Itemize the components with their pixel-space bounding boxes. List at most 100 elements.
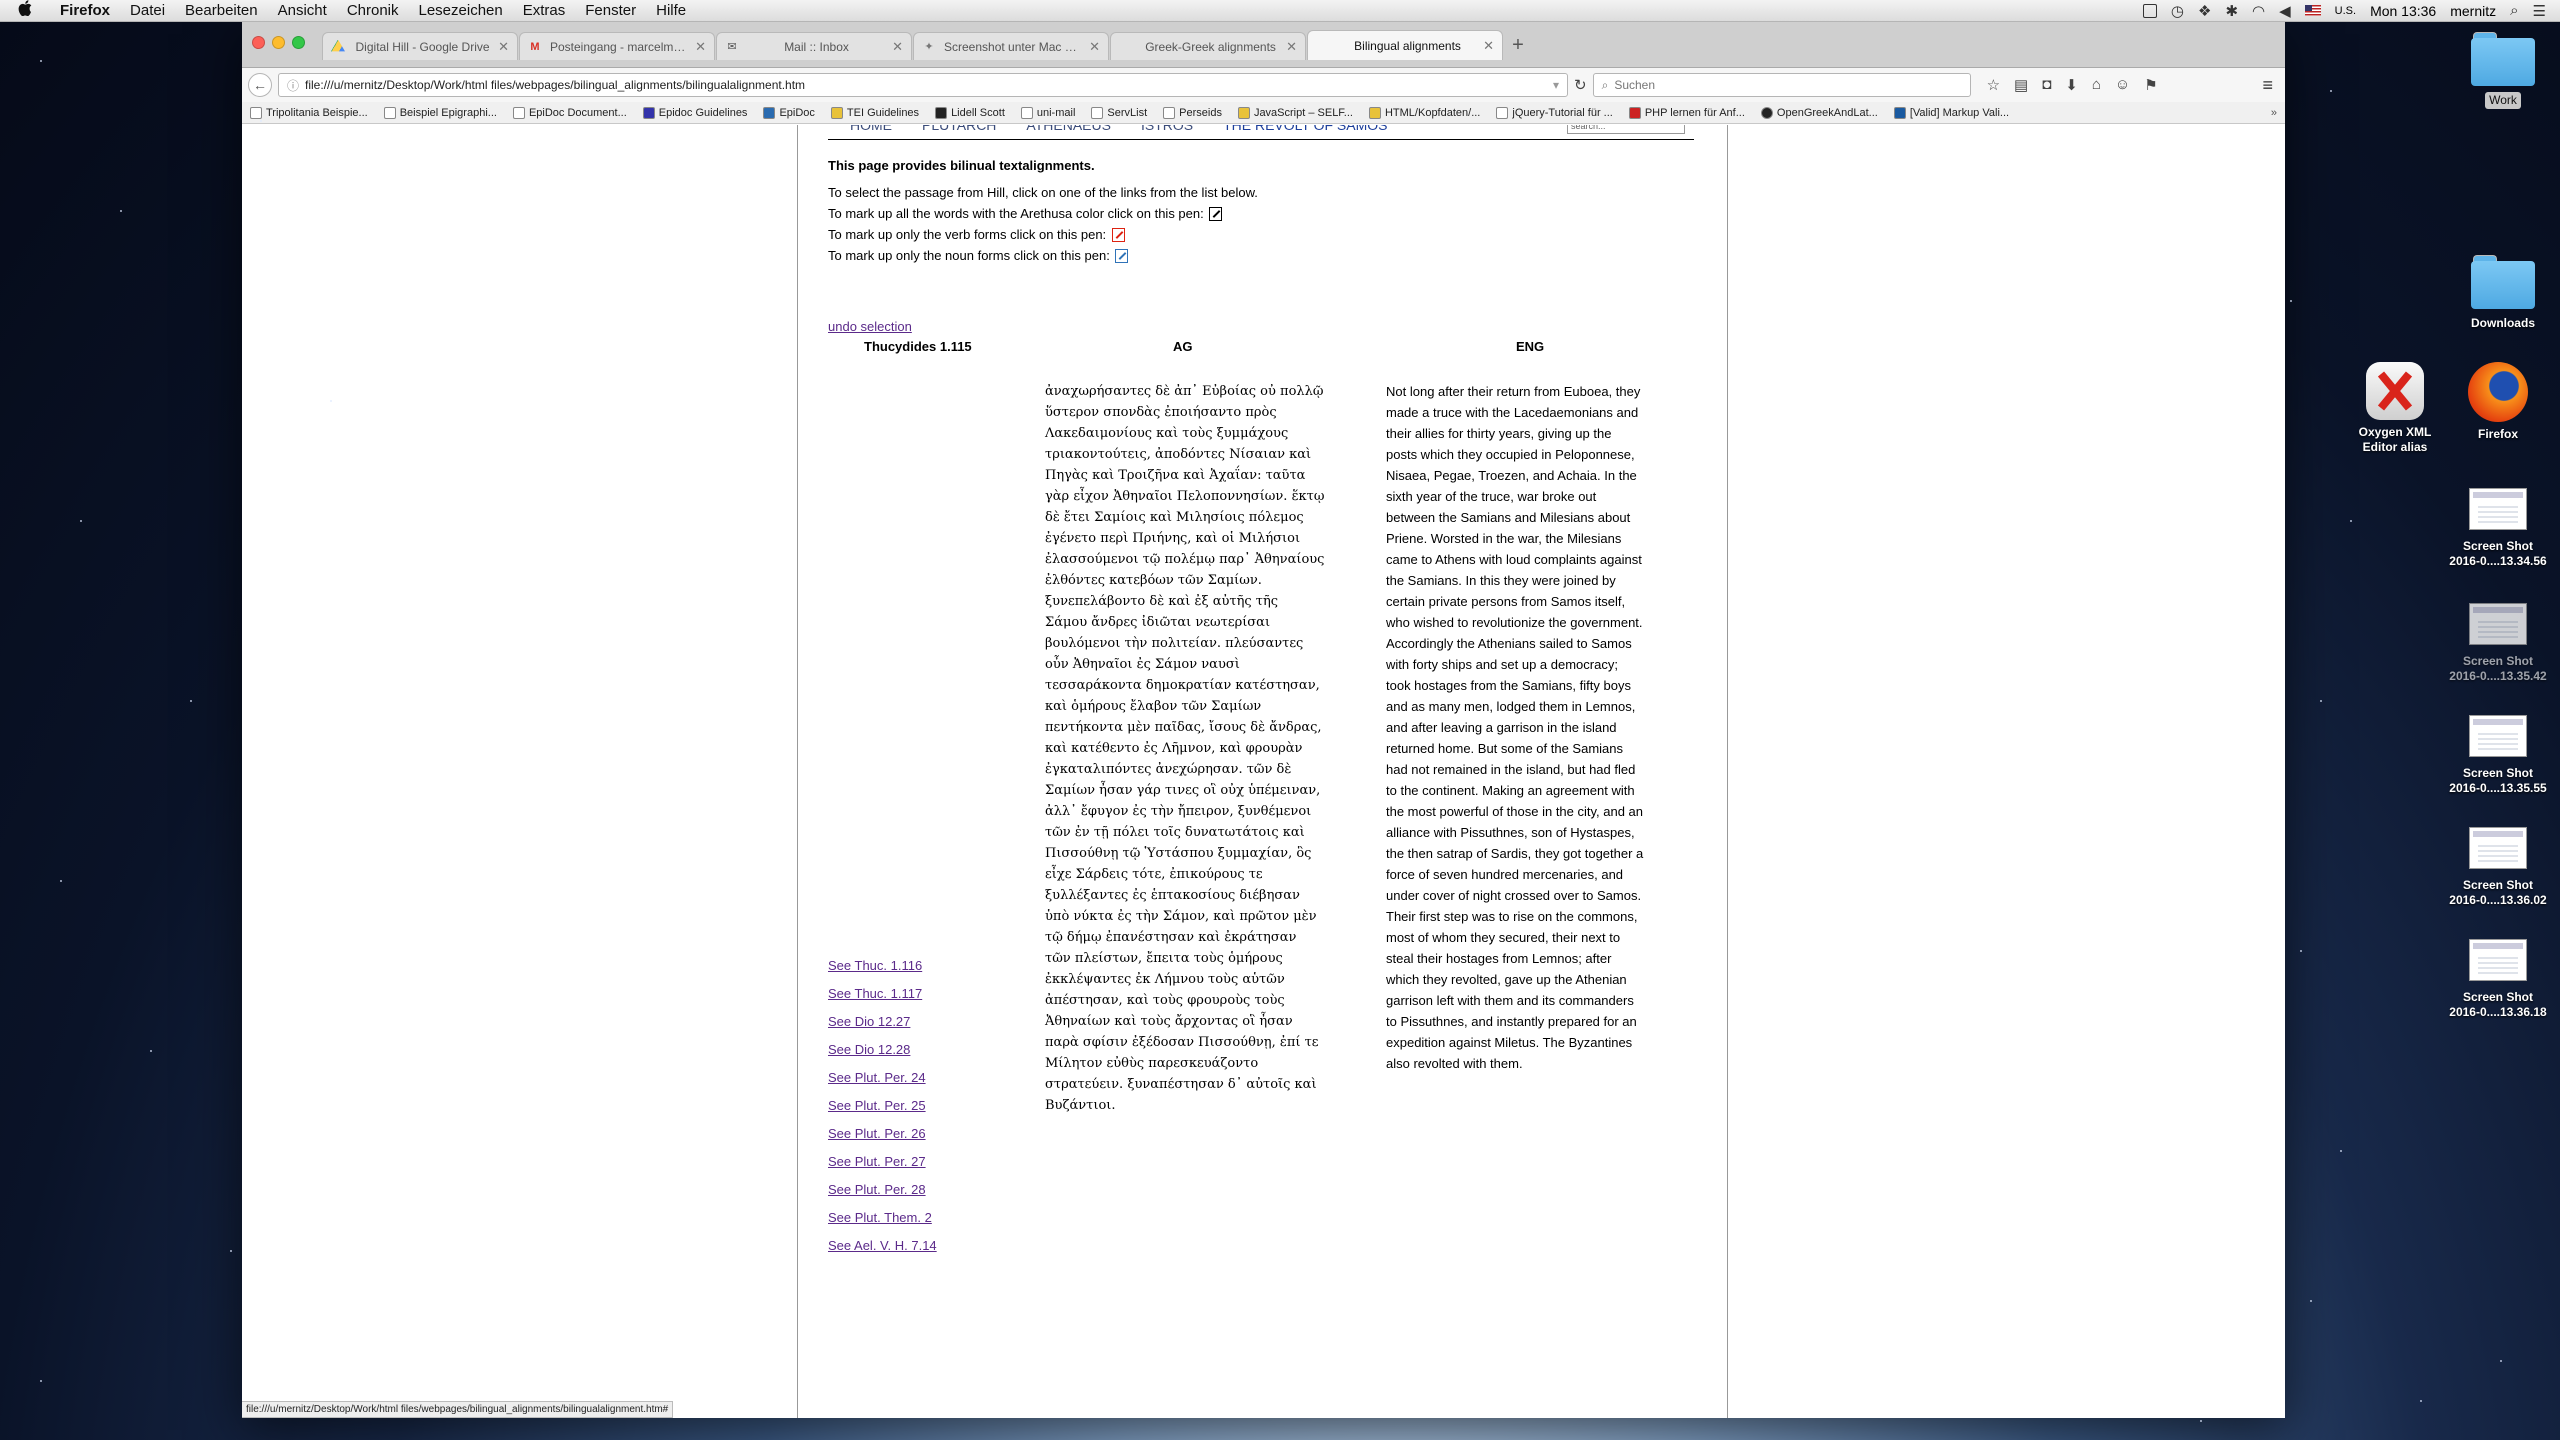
close-tab-icon[interactable]: ✕ xyxy=(1286,39,1297,55)
close-tab-icon[interactable]: ✕ xyxy=(892,39,903,55)
bookmark-item[interactable]: [Valid] Markup Vali... xyxy=(1893,106,2009,119)
bookmark-item[interactable]: OpenGreekAndLat... xyxy=(1760,106,1878,119)
extension-icon[interactable]: ⚑ xyxy=(2144,76,2157,94)
greek-text-line[interactable]: Σαμίων ἦσαν γάρ τινες οἳ οὐχ ὑπέμειναν, xyxy=(1045,780,1325,801)
search-bar[interactable]: ⌕ Suchen xyxy=(1592,73,1971,97)
tab-bilingual-alignments[interactable]: Bilingual alignments ✕ xyxy=(1307,30,1503,60)
english-text-line[interactable]: Priene. Worsted in the war, the Milesian… xyxy=(1386,528,1666,549)
greek-text-line[interactable]: Σάμου ἄνδρες ἰδιῶται νεωτερίσαι xyxy=(1045,612,1325,633)
menu-bearbeiten[interactable]: Bearbeiten xyxy=(175,2,268,19)
english-text-block[interactable]: Not long after their return from Euboea,… xyxy=(1386,381,1666,1074)
greek-text-line[interactable]: Βυζάντιοι. xyxy=(1045,1095,1325,1116)
bookmark-item[interactable]: EpiDoc Document... xyxy=(512,106,627,119)
greek-text-line[interactable]: ἐγκαταλιπόντες ἀνεχώρησαν. τῶν δὲ xyxy=(1045,759,1325,780)
greek-text-line[interactable]: ὕστερον σπονδὰς ἐποιήσαντο πρὸς xyxy=(1045,402,1325,423)
menu-firefox[interactable]: Firefox xyxy=(50,2,120,19)
reading-list-icon[interactable]: ▤ xyxy=(2014,76,2028,94)
english-text-line[interactable]: had not remained in the island, but had … xyxy=(1386,759,1666,780)
menu-ansicht[interactable]: Ansicht xyxy=(268,2,337,19)
clock[interactable]: Mon 13:36 xyxy=(2370,3,2436,19)
close-tab-icon[interactable]: ✕ xyxy=(1483,38,1494,54)
home-icon[interactable]: ⌂ xyxy=(2092,76,2101,94)
english-text-line[interactable]: their allies for thirty years, giving up… xyxy=(1386,423,1666,444)
bookmarks-overflow-icon[interactable]: » xyxy=(2271,107,2277,119)
english-text-line[interactable]: force of seven hundred mercenaries, and xyxy=(1386,864,1666,885)
english-text-line[interactable]: steal their hostages from Lemnos; after xyxy=(1386,948,1666,969)
window-status-icon[interactable] xyxy=(2142,3,2157,18)
close-window-button[interactable] xyxy=(252,36,265,49)
apple-menu-icon[interactable] xyxy=(0,0,50,21)
url-bar[interactable]: ⓘ file:///u/mernitz/Desktop/Work/html fi… xyxy=(278,73,1568,97)
pen-nouns-icon[interactable] xyxy=(1115,249,1129,263)
greek-text-line[interactable]: ἀναχωρήσαντες δὲ ἀπ᾽ Εὐβοίας οὐ πολλῷ xyxy=(1045,381,1325,402)
english-text-line[interactable]: under cover of night crossed over to Sam… xyxy=(1386,885,1666,906)
bookmark-item[interactable]: Beispiel Epigraphi... xyxy=(383,106,497,119)
wifi-icon[interactable]: ◠ xyxy=(2252,2,2265,20)
desktop-item-screenshot-3[interactable]: Screen Shot 2016-0....13.35.55 xyxy=(2443,715,2553,797)
search-placeholder[interactable]: Suchen xyxy=(1614,78,1655,92)
english-text-line[interactable]: and after leaving a garrison in the isla… xyxy=(1386,717,1666,738)
greek-text-line[interactable]: ξυνεπελάβοντο δὲ καὶ ἐξ αὐτῆς τῆς xyxy=(1045,591,1325,612)
desktop-item-screenshot-5[interactable]: Screen Shot 2016-0....13.36.18 xyxy=(2443,939,2553,1021)
english-text-line[interactable]: which they revolted, gave up the Athenia… xyxy=(1386,969,1666,990)
greek-text-line[interactable]: Λακεδαιμονίους καὶ τοὺς ξυμμάχους xyxy=(1045,423,1325,444)
greek-text-line[interactable]: ἐλθόντες κατεβόων τῶν Σαμίων. xyxy=(1045,570,1325,591)
english-text-line[interactable]: to the continent. Making an agreement wi… xyxy=(1386,780,1666,801)
english-text-line[interactable]: returned home. But some of the Samians xyxy=(1386,738,1666,759)
notification-center-icon[interactable]: ☰ xyxy=(2533,2,2546,20)
bookmark-item[interactable]: Tripolitania Beispie... xyxy=(250,106,368,119)
greek-text-line[interactable]: ὑπὸ νύκτα ἐς τὴν Σάμον, καὶ πρῶτον μὲν xyxy=(1045,906,1325,927)
greek-text-line[interactable]: πεντήκοντα μὲν παῖδας, ἴσους δὲ ἄνδρας, xyxy=(1045,717,1325,738)
passage-link[interactable]: See Thuc. 1.117 xyxy=(828,985,937,1013)
passage-link[interactable]: See Thuc. 1.116 xyxy=(828,957,937,985)
passage-link[interactable]: See Plut. Per. 26 xyxy=(828,1125,937,1153)
bookmark-item[interactable]: jQuery-Tutorial für ... xyxy=(1496,106,1613,119)
english-text-line[interactable]: alliance with Pissuthnes, son of Hystasp… xyxy=(1386,822,1666,843)
greek-text-line[interactable]: εἶχε Σάρδεις τότε, ἐπικούρους τε xyxy=(1045,864,1325,885)
greek-text-line[interactable]: Πισσούθνῃ τῷ Ὑστάσπου ξυμμαχίαν, ὃς xyxy=(1045,843,1325,864)
greek-text-line[interactable]: καὶ κατέθεντο ἐς Λῆμνον, καὶ φρουρὰν xyxy=(1045,738,1325,759)
close-tab-icon[interactable]: ✕ xyxy=(695,39,706,55)
greek-text-line[interactable]: ἐκκλέψαντες ἐκ Λήμνου τοὺς αὑτῶν xyxy=(1045,969,1325,990)
menu-extras[interactable]: Extras xyxy=(513,2,576,19)
minimize-window-button[interactable] xyxy=(272,36,285,49)
nav-link-athenaeus[interactable]: ATHENAEUS xyxy=(1026,125,1111,133)
desktop-item-firefox[interactable]: Firefox xyxy=(2443,362,2553,443)
greek-text-line[interactable]: τριακοντούτεις, ἀποδόντες Νίσαιαν καὶ xyxy=(1045,444,1325,465)
english-text-line[interactable]: sixth year of the truce, war broke out xyxy=(1386,486,1666,507)
tab-screenshot-macos[interactable]: ✦ Screenshot unter Mac OS -... ✕ xyxy=(913,32,1109,60)
tab-greek-greek[interactable]: Greek-Greek alignments ✕ xyxy=(1110,32,1306,60)
english-text-line[interactable]: made a truce with the Lacedaemonians and xyxy=(1386,402,1666,423)
desktop-item-screenshot-1[interactable]: Screen Shot 2016-0....13.34.56 xyxy=(2443,488,2553,570)
pen-verbs-icon[interactable] xyxy=(1111,228,1125,242)
desktop-item-work[interactable]: Work xyxy=(2448,32,2558,109)
greek-text-line[interactable]: τεσσαράκοντα δημοκρατίαν κατέστησαν, xyxy=(1045,675,1325,696)
english-text-line[interactable]: expedition against Miletus. The Byzantin… xyxy=(1386,1032,1666,1053)
menu-datei[interactable]: Datei xyxy=(120,2,175,19)
english-text-line[interactable]: also revolted with them. xyxy=(1386,1053,1666,1074)
greek-text-line[interactable]: παρὰ σφίσιν ἐξέδοσαν Πισσούθνῃ, ἐπί τε xyxy=(1045,1032,1325,1053)
user-name[interactable]: mernitz xyxy=(2450,3,2496,19)
desktop-item-screenshot-4[interactable]: Screen Shot 2016-0....13.36.02 xyxy=(2443,827,2553,909)
tab-mail-inbox[interactable]: ✉ Mail :: Inbox ✕ xyxy=(716,32,912,60)
pocket-icon[interactable]: ◘ xyxy=(2042,76,2051,94)
greek-text-line[interactable]: ἀλλ᾽ ἔφυγον ἐς τὴν ἤπειρον, ξυνθέμενοι xyxy=(1045,801,1325,822)
english-text-line[interactable]: Their first step was to rise on the comm… xyxy=(1386,906,1666,927)
greek-text-line[interactable]: ἀπέστησαν, καὶ τοὺς φρουροὺς τοὺς xyxy=(1045,990,1325,1011)
greek-text-line[interactable]: οὖν Ἀθηναῖοι ἐς Σάμον ναυσὶ xyxy=(1045,654,1325,675)
chat-icon[interactable]: ☺ xyxy=(2115,76,2130,94)
dropdown-arrow-icon[interactable]: ▾ xyxy=(1553,78,1559,92)
english-text-line[interactable]: with forty ships and set up a democracy; xyxy=(1386,654,1666,675)
zoom-window-button[interactable] xyxy=(292,36,305,49)
english-text-line[interactable]: certain private persons from Samos itsel… xyxy=(1386,591,1666,612)
site-search-input[interactable]: search... xyxy=(1567,125,1685,134)
back-button[interactable]: ← xyxy=(248,73,272,97)
greek-text-line[interactable]: τῶν πλείστων, ἔπειτα τοὺς ὁμήρους xyxy=(1045,948,1325,969)
greek-text-line[interactable]: ξυλλέξαντες ἐς ἑπτακοσίους διέβησαν xyxy=(1045,885,1325,906)
menu-lesezeichen[interactable]: Lesezeichen xyxy=(409,2,513,19)
passage-link[interactable]: See Plut. Per. 25 xyxy=(828,1097,937,1125)
spotlight-icon[interactable]: ⌕ xyxy=(2510,2,2518,19)
english-text-line[interactable]: took hostages from the Samians, fifty bo… xyxy=(1386,675,1666,696)
english-text-line[interactable]: came to Athens with loud complaints agai… xyxy=(1386,549,1666,570)
pen-all-words-icon[interactable] xyxy=(1209,207,1223,221)
